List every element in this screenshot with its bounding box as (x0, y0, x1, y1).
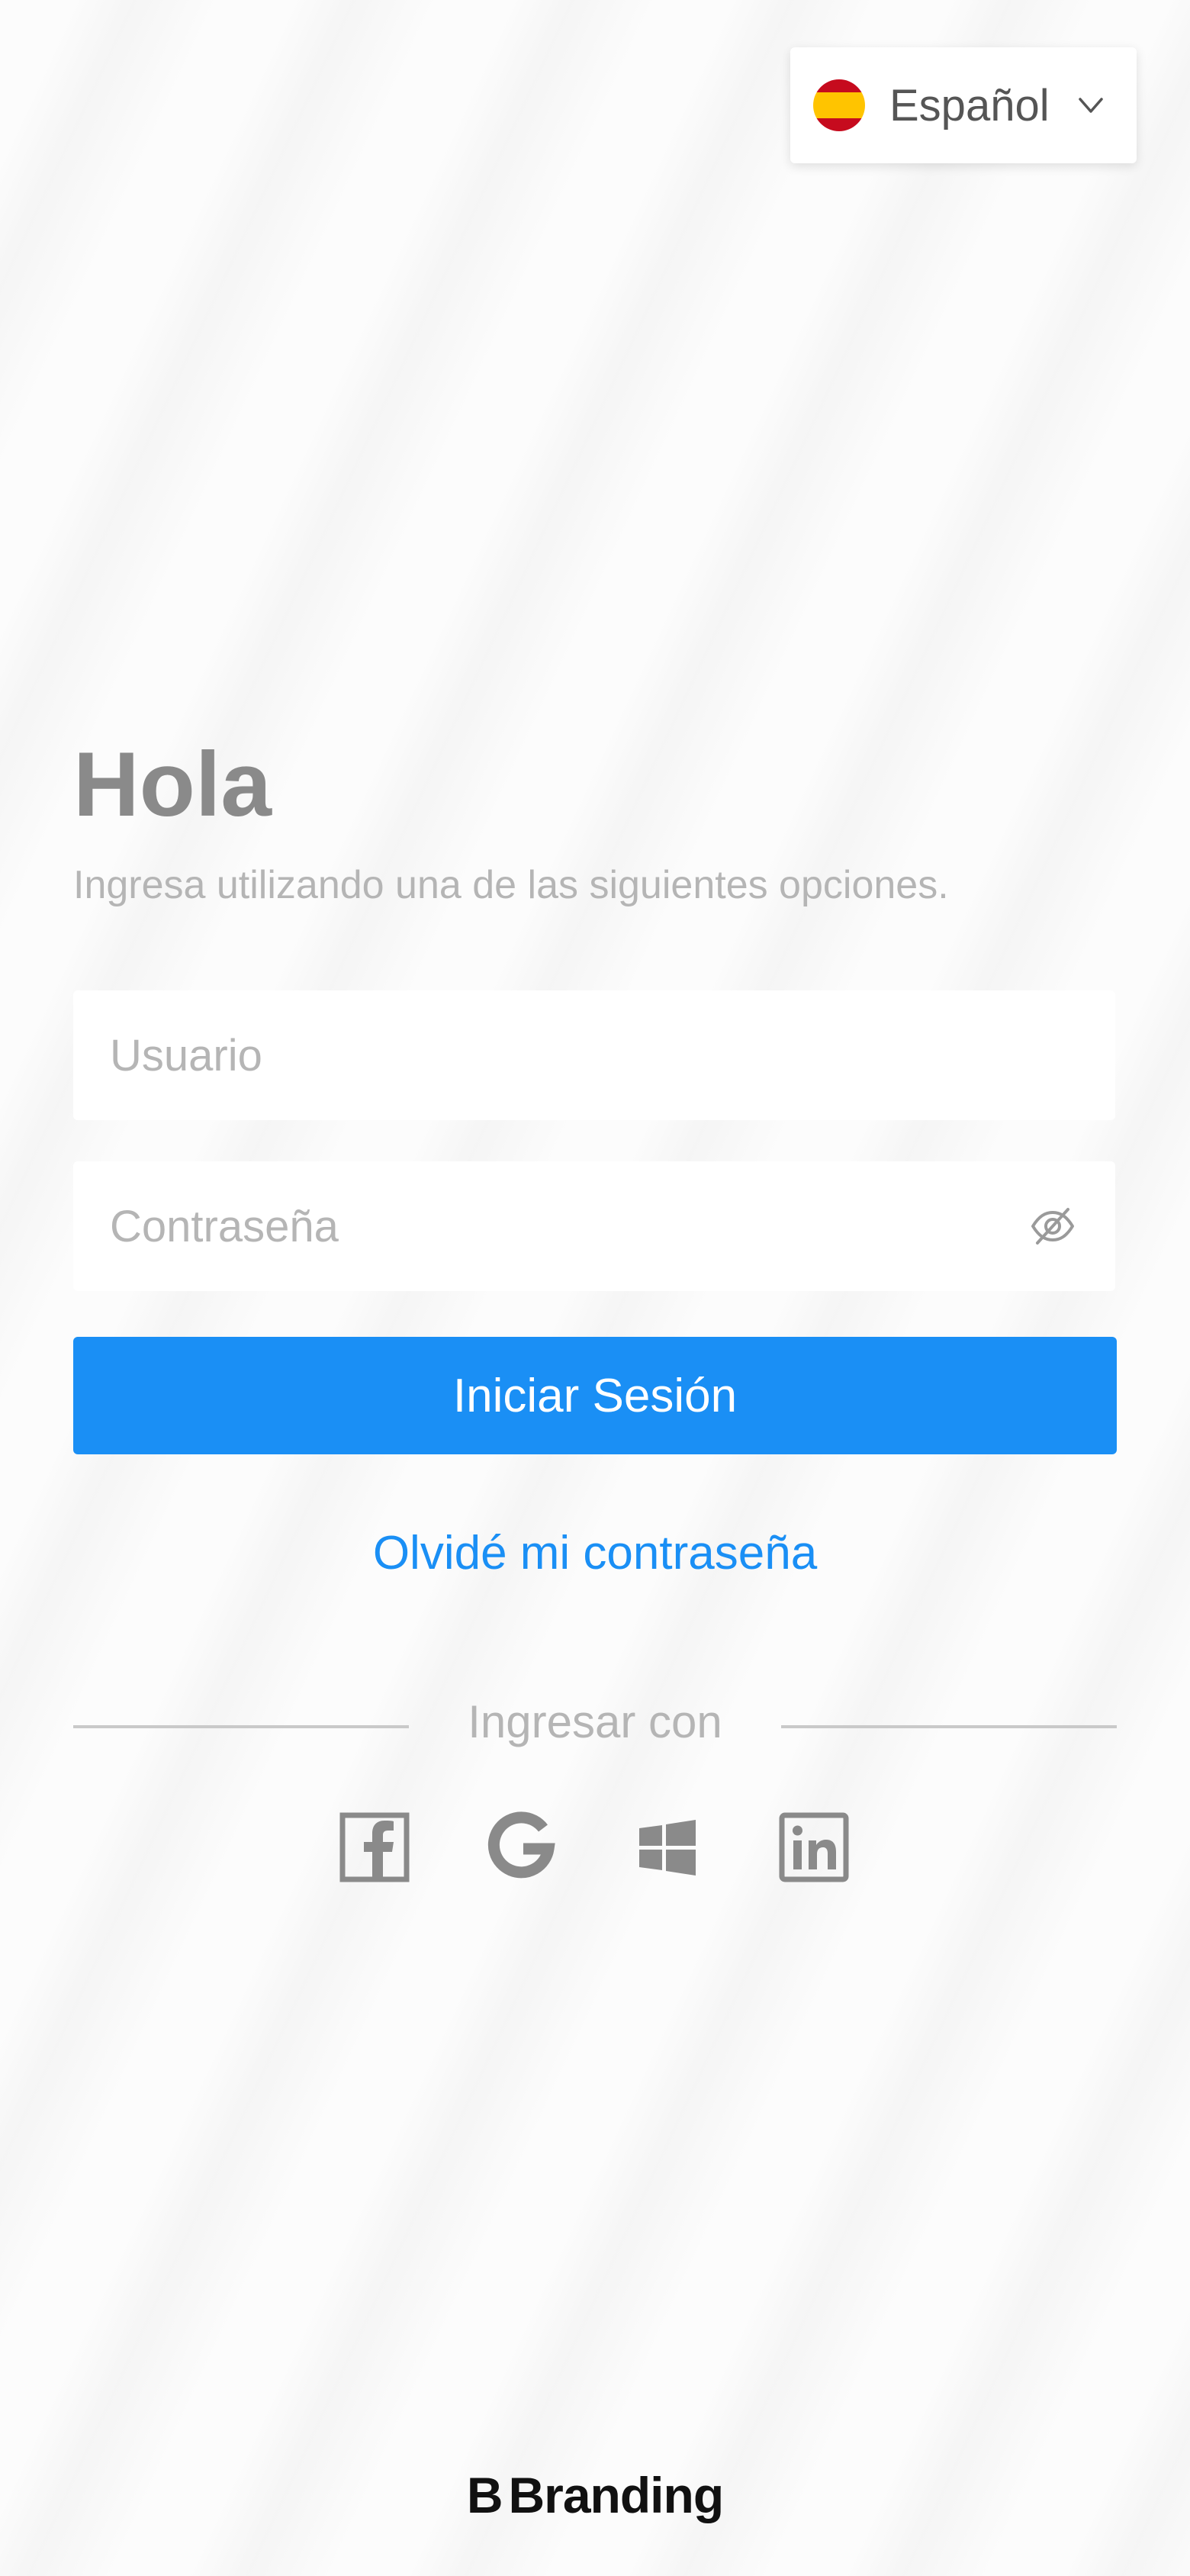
linkedin-icon (779, 1812, 849, 1882)
brand-name: Branding (508, 2467, 725, 2523)
divider-right (781, 1725, 1117, 1728)
username-input[interactable] (73, 990, 1115, 1120)
page-title: Hola (73, 733, 272, 836)
chevron-down-icon (1079, 98, 1103, 113)
forgot-password-link[interactable]: Olvidé mi contraseña (0, 1526, 1190, 1580)
divider-left (73, 1725, 409, 1728)
windows-login-button[interactable] (632, 1811, 703, 1883)
brand-logo: B Branding (0, 2466, 1190, 2524)
username-field-container (73, 990, 1115, 1120)
linkedin-login-button[interactable] (778, 1811, 850, 1883)
google-login-button[interactable] (485, 1811, 557, 1883)
language-label: Español (889, 80, 1050, 130)
password-input[interactable] (73, 1161, 1115, 1291)
password-field-container (73, 1161, 1115, 1291)
eye-off-icon[interactable] (1028, 1202, 1077, 1251)
facebook-login-button[interactable] (339, 1811, 410, 1883)
brand-mark: B (466, 2467, 503, 2523)
page-subtitle: Ingresa utilizando una de las siguientes… (73, 863, 949, 907)
google-icon (487, 1811, 555, 1879)
language-selector[interactable]: Español (790, 47, 1137, 163)
windows-icon (639, 1820, 696, 1876)
login-button[interactable]: Iniciar Sesión (73, 1337, 1117, 1454)
social-login-label: Ingresar con (468, 1696, 722, 1747)
spain-flag-icon (813, 79, 865, 131)
facebook-icon (339, 1812, 410, 1882)
